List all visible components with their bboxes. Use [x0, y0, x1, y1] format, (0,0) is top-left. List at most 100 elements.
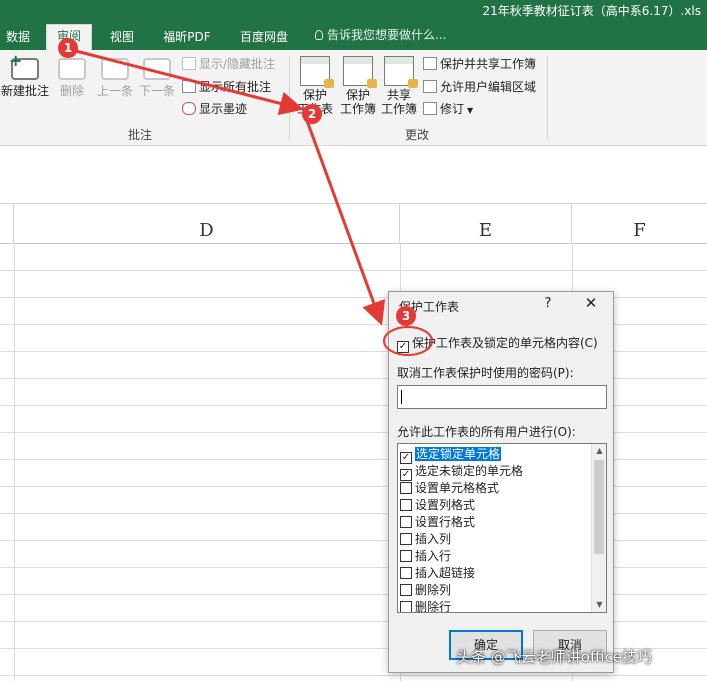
new-comment-button[interactable]: + 新建批注: [0, 53, 50, 99]
permission-item[interactable]: 设置列格式: [400, 497, 588, 514]
next-comment-button[interactable]: 下一条: [136, 58, 178, 98]
ink-icon: [182, 102, 196, 115]
protect-workbook-icon: [343, 56, 377, 88]
permission-item[interactable]: 删除列: [400, 582, 588, 599]
scrollbar-thumb[interactable]: [594, 460, 604, 554]
share-workbook-icon: [384, 56, 418, 88]
protect-workbook-button[interactable]: 保护 工作簿: [337, 56, 379, 116]
previous-comment-icon: [101, 58, 129, 80]
tell-me-text: 告诉我您想要做什么...: [327, 28, 447, 42]
ribbon: + 新建批注 删除 上一条 下一条 显示/隐藏批注 显示所有批注 显示墨迹 批注…: [0, 50, 707, 146]
step-badge-1: 1: [58, 38, 78, 58]
checkbox-unchecked-icon[interactable]: [400, 550, 412, 562]
track-changes-icon: [423, 102, 437, 115]
permissions-list[interactable]: ✓ 选定锁定单元格 ✓ 选定未锁定的单元格 设置单元格格式 设置列格式设置行格式插入列插入…: [397, 443, 607, 613]
text-caret: [401, 390, 402, 404]
protect-share-label: 保护并共享工作簿: [440, 57, 537, 71]
column-header-d[interactable]: D: [14, 204, 400, 244]
permission-label: 设置列格式: [415, 498, 476, 512]
previous-comment-button[interactable]: 上一条: [94, 58, 136, 98]
checkbox-unchecked-icon[interactable]: [400, 533, 412, 545]
help-icon[interactable]: ?: [541, 296, 555, 311]
permission-item[interactable]: 删除行: [400, 599, 588, 613]
show-ink-button[interactable]: 显示墨迹: [182, 100, 247, 118]
show-ink-label: 显示墨迹: [199, 102, 248, 116]
checkbox-unchecked-icon[interactable]: [400, 567, 412, 579]
share-workbook-button[interactable]: 共享 工作簿: [378, 56, 420, 116]
checkbox-checked-icon: ✓: [397, 341, 409, 353]
show-all-comments-button[interactable]: 显示所有批注: [182, 78, 271, 96]
show-hide-comment-button[interactable]: 显示/隐藏批注: [182, 55, 275, 73]
protect-workbook-label-2: 工作簿: [339, 102, 376, 116]
tab-foxit-pdf[interactable]: 福昕PDF: [156, 26, 218, 50]
allow-edit-ranges-icon: [423, 80, 437, 93]
step-badge-3: 3: [396, 306, 416, 326]
delete-comment-button[interactable]: 删除: [54, 58, 90, 98]
column-header-e[interactable]: E: [400, 204, 572, 244]
permission-item[interactable]: 插入行: [400, 548, 588, 565]
permissions-label: 允许此工作表的所有用户进行(O):: [397, 425, 576, 439]
permission-label: 插入行: [415, 549, 452, 563]
permission-item[interactable]: 插入列: [400, 531, 588, 548]
protect-sheet-icon: [300, 56, 334, 88]
track-changes-label: 修订: [440, 102, 465, 116]
protect-share-workbook-button[interactable]: 保护并共享工作簿: [423, 55, 536, 73]
column-header-c[interactable]: [0, 204, 14, 244]
scroll-down-icon[interactable]: ▼: [592, 598, 606, 612]
group-separator: [547, 56, 548, 140]
title-bar: 数据 审阅 视图 福昕PDF 百度网盘 告诉我您想要做什么... 21年秋季教材…: [0, 0, 707, 50]
protect-sheet-label-1: 保护: [302, 88, 327, 102]
permission-label: 插入列: [415, 532, 452, 546]
permission-label: 删除列: [415, 583, 452, 597]
column-header-f[interactable]: F: [572, 204, 707, 244]
protect-sheet-checkbox-label: 保护工作表及锁定的单元格内容(C): [412, 336, 598, 350]
permission-label: 插入超链接: [415, 566, 476, 580]
list-scrollbar[interactable]: ▲ ▼: [591, 444, 606, 612]
permission-item[interactable]: 插入超链接: [400, 565, 588, 582]
show-all-comments-icon: [182, 80, 196, 93]
tab-baidu-netdisk[interactable]: 百度网盘: [232, 26, 296, 50]
comments-group-label: 批注: [128, 128, 153, 142]
column-header-row: D E F: [0, 204, 707, 244]
checkbox-unchecked-icon[interactable]: [400, 499, 412, 511]
scroll-up-icon[interactable]: ▲: [592, 444, 606, 458]
password-label: 取消工作表保护时使用的密码(P):: [397, 366, 574, 380]
permission-item[interactable]: ✓ 选定锁定单元格: [400, 446, 588, 464]
permission-item[interactable]: ✓ 选定未锁定的单元格: [400, 463, 588, 481]
watermark: 头条 @飞云老师讲office技巧: [456, 648, 652, 666]
step-badge-2: 2: [302, 104, 322, 124]
delete-comment-label: 删除: [59, 84, 84, 98]
protect-sheet-checkbox[interactable]: ✓ 保护工作表及锁定的单元格内容(C): [397, 334, 598, 353]
window-title: 21年秋季教材征订表（高中系6.17）.xls: [482, 4, 702, 18]
checkbox-unchecked-icon[interactable]: [400, 516, 412, 528]
tab-view[interactable]: 视图: [102, 26, 142, 50]
permission-label: 设置行格式: [415, 515, 476, 529]
allow-edit-ranges-button[interactable]: 允许用户编辑区域: [423, 78, 536, 96]
changes-group-label: 更改: [405, 128, 430, 142]
permission-label: 删除行: [415, 600, 452, 613]
formula-bar-area: [0, 147, 707, 204]
permission-item[interactable]: 设置行格式: [400, 514, 588, 531]
new-comment-label: 新建批注: [0, 84, 49, 98]
share-workbook-label-1: 共享: [386, 88, 411, 102]
checkbox-unchecked-icon[interactable]: [400, 601, 412, 612]
show-hide-comment-label: 显示/隐藏批注: [199, 57, 276, 71]
protect-sheet-dialog: 保护工作表 ? ✕ ✓ 保护工作表及锁定的单元格内容(C) 取消工作表保护时使用的…: [388, 291, 614, 673]
password-input[interactable]: [397, 385, 607, 409]
permission-label: 设置单元格格式: [415, 481, 500, 495]
previous-comment-label: 上一条: [96, 84, 133, 98]
tab-data[interactable]: 数据: [2, 26, 34, 50]
permission-item[interactable]: 设置单元格格式: [400, 480, 588, 497]
tell-me-box[interactable]: 告诉我您想要做什么...: [315, 26, 446, 43]
protect-share-icon: [423, 57, 437, 70]
chevron-down-icon: ▼: [467, 106, 474, 115]
close-icon[interactable]: ✕: [583, 294, 599, 312]
grid-line: [14, 244, 15, 681]
track-changes-button[interactable]: 修订 ▼: [423, 100, 473, 118]
allow-edit-ranges-label: 允许用户编辑区域: [440, 80, 537, 94]
new-comment-icon: +: [9, 53, 39, 80]
checkbox-unchecked-icon[interactable]: [400, 584, 412, 596]
checkbox-unchecked-icon[interactable]: [400, 482, 412, 494]
permission-label: 选定未锁定的单元格: [415, 464, 524, 478]
show-hide-comment-icon: [182, 57, 196, 70]
